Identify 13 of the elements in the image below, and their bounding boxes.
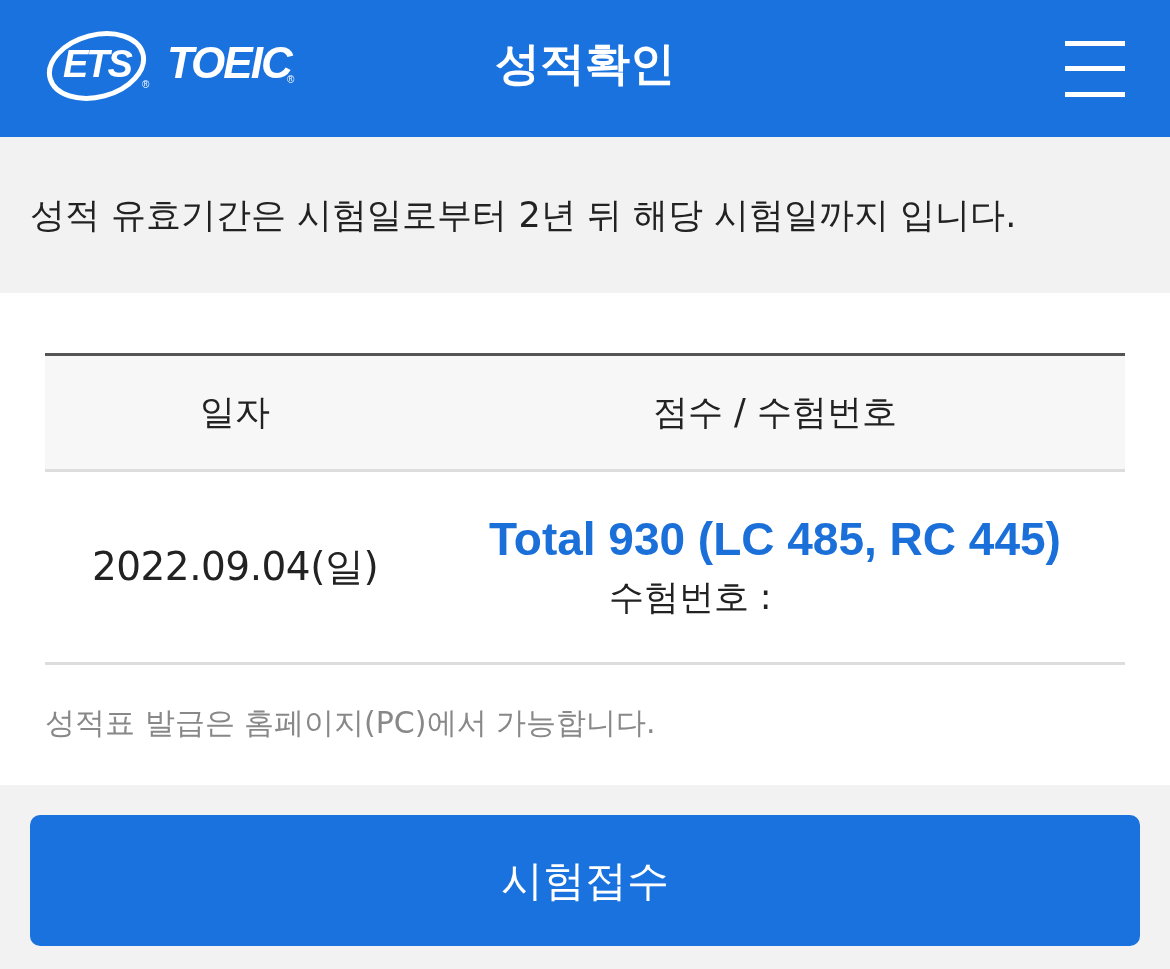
registered-mark: ® — [142, 79, 150, 90]
column-header: 일자 — [200, 391, 270, 434]
score-link[interactable]: Total 930 (LC 485, RC 445) — [489, 513, 1061, 565]
page-title: 성적확인 — [495, 36, 675, 92]
menu-icon[interactable] — [1065, 40, 1125, 97]
exam-number-label: 수험번호 : — [608, 576, 772, 619]
validity-notice: 성적 유효기간은 시험일로부터 2년 뒤 해당 시험일까지 입니다. — [30, 194, 1017, 237]
test-date: 2022.09.04(일) — [91, 543, 379, 591]
register-exam-button[interactable]: 시험접수 — [30, 815, 1140, 946]
logo-brand-text: ETS — [63, 44, 131, 83]
ellipse-ring-icon — [45, 28, 148, 103]
column-header: 점수 / 수험번호 — [652, 391, 897, 434]
issuance-note: 성적표 발급은 홈페이지(PC)에서 가능합니다. — [45, 704, 657, 742]
